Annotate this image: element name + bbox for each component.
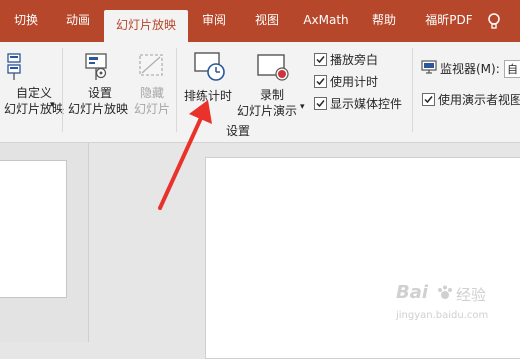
baidu-watermark: Bai 经验 jingyan.baidu.com <box>392 282 518 328</box>
watermark-url: jingyan.baidu.com <box>396 310 489 321</box>
watermark-brand-cn: 经验 <box>456 286 487 304</box>
paw-icon <box>438 285 452 299</box>
watermark-brand: Bai <box>396 282 429 303</box>
